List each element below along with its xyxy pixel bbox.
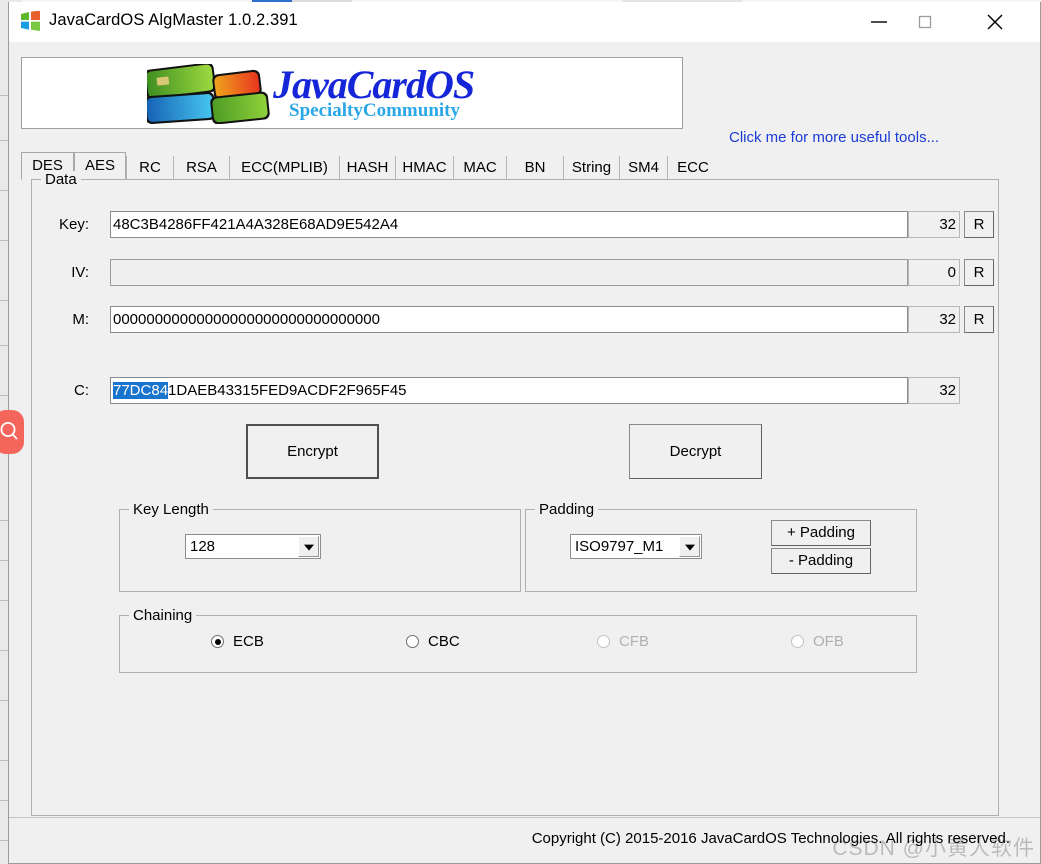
key-length-legend: Key Length — [129, 501, 213, 518]
cipher-selection: 77DC84 — [113, 382, 169, 399]
iv-row: IV: 0 R — [9, 259, 994, 286]
cipher-length-count: 32 — [908, 377, 960, 404]
iv-random-button[interactable]: R — [964, 259, 994, 286]
decrypt-button[interactable]: Decrypt — [629, 424, 762, 479]
key-random-button[interactable]: R — [964, 211, 994, 238]
brand-banner[interactable]: JavaCardOS SpecialtyCommunity — [21, 57, 683, 129]
radio-dot-icon — [406, 635, 419, 648]
tab-ecc-mplib[interactable]: ECC(MPLIB) — [229, 156, 339, 180]
data-group-legend: Data — [41, 171, 81, 188]
csdn-watermark: CSDN @小黄人软件 — [832, 837, 1035, 860]
iv-length-count: 0 — [908, 259, 960, 286]
padding-select[interactable]: ISO9797_M1 — [570, 534, 702, 559]
cipher-label: C: — [74, 382, 89, 399]
tab-ecc[interactable]: ECC — [667, 156, 718, 180]
padding-legend: Padding — [535, 501, 599, 518]
tab-rsa[interactable]: RSA — [173, 156, 229, 180]
tab-hmac[interactable]: HMAC — [395, 156, 453, 180]
key-length-value: 128 — [190, 538, 216, 555]
radio-ecb-label: ECB — [233, 633, 264, 650]
cipher-input[interactable]: 77DC841DAEB43315FED9ACDF2F965F45 — [110, 377, 908, 404]
svg-text:SpecialtyCommunity: SpecialtyCommunity — [289, 100, 461, 121]
tab-mac[interactable]: MAC — [453, 156, 506, 180]
more-tools-link[interactable]: Click me for more useful tools... — [729, 129, 939, 146]
tab-sm4[interactable]: SM4 — [619, 156, 667, 180]
chaining-legend: Chaining — [129, 607, 197, 624]
javacardos-logo: JavaCardOS SpecialtyCommunity — [144, 62, 577, 125]
key-label: Key: — [58, 216, 89, 233]
padding-value: ISO9797_M1 — [575, 538, 664, 555]
radio-cbc-label: CBC — [428, 633, 460, 650]
search-icon[interactable] — [0, 410, 24, 454]
app-window: JavaCardOS AlgMaster 1.0.2.391 JavaCardO… — [8, 2, 1041, 864]
radio-dot-icon — [791, 635, 804, 648]
tab-bar: DES AES RC RSA ECC(MPLIB) HASH HMAC MAC … — [21, 152, 1021, 180]
radio-dot-icon — [211, 635, 224, 648]
tab-rc[interactable]: RC — [126, 156, 173, 180]
windows-logo-icon — [19, 10, 41, 31]
message-length-count: 32 — [908, 306, 960, 333]
cipher-rest: 1DAEB43315FED9ACDF2F965F45 — [168, 382, 407, 399]
iv-label: IV: — [71, 264, 89, 281]
cipher-row: C: 77DC841DAEB43315FED9ACDF2F965F45 32 — [9, 377, 977, 404]
radio-cfb-label: CFB — [619, 633, 649, 650]
key-input[interactable]: 48C3B4286FF421A4A328E68AD9E542A4 — [110, 211, 908, 238]
window-title: JavaCardOS AlgMaster 1.0.2.391 — [49, 11, 298, 29]
chevron-down-icon[interactable] — [298, 536, 319, 557]
message-label: M: — [72, 311, 89, 328]
message-random-button[interactable]: R — [964, 306, 994, 333]
encrypt-button[interactable]: Encrypt — [246, 424, 379, 479]
chevron-down-icon[interactable] — [679, 536, 700, 557]
radio-dot-icon — [597, 635, 610, 648]
title-bar[interactable]: JavaCardOS AlgMaster 1.0.2.391 — [9, 2, 1040, 42]
tab-string[interactable]: String — [563, 156, 619, 180]
tab-aes[interactable]: AES — [74, 152, 126, 180]
close-button[interactable] — [972, 2, 1018, 42]
tab-hash[interactable]: HASH — [339, 156, 395, 180]
tab-bn[interactable]: BN — [506, 156, 563, 180]
key-length-select[interactable]: 128 — [185, 534, 321, 559]
client-area: JavaCardOS SpecialtyCommunity Click me f… — [9, 42, 1040, 862]
iv-input[interactable] — [110, 259, 908, 286]
maximize-button[interactable] — [902, 2, 948, 42]
key-row: Key: 48C3B4286FF421A4A328E68AD9E542A4 32… — [9, 211, 994, 238]
remove-padding-button[interactable]: - Padding — [771, 548, 871, 574]
key-length-count: 32 — [908, 211, 960, 238]
add-padding-button[interactable]: + Padding — [771, 520, 871, 546]
minimize-button[interactable] — [856, 2, 902, 42]
message-row: M: 00000000000000000000000000000000 32 R — [9, 306, 994, 333]
radio-ofb-label: OFB — [813, 633, 844, 650]
message-input[interactable]: 00000000000000000000000000000000 — [110, 306, 908, 333]
